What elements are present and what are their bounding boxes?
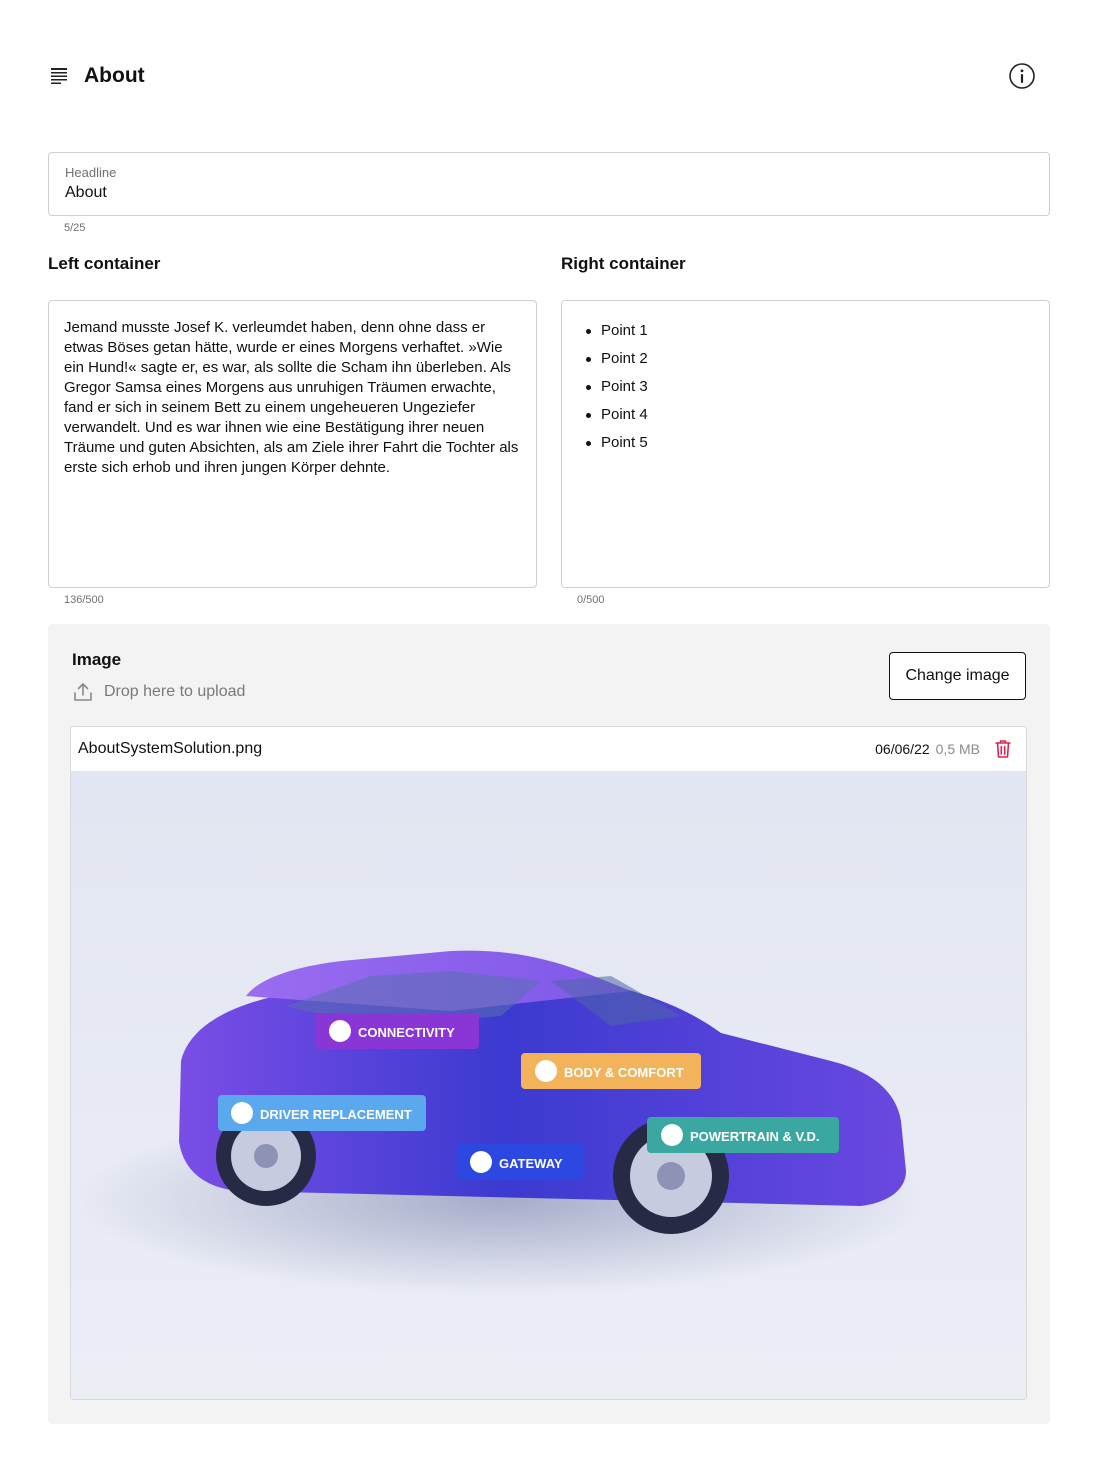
bullet-icon <box>586 385 591 390</box>
list-item-text: Point 5 <box>601 434 648 451</box>
bullet-icon <box>586 441 591 446</box>
headline-field[interactable]: Headline About <box>48 152 1050 216</box>
tag-label: GATEWAY <box>499 1156 563 1171</box>
image-section-title: Image <box>72 650 122 669</box>
connectivity-tag: CONNECTIVITY <box>315 1013 479 1049</box>
file-name: AboutSystemSolution.png <box>78 740 263 757</box>
tag-label: DRIVER REPLACEMENT <box>260 1107 412 1122</box>
info-icon[interactable] <box>1008 62 1036 90</box>
right-container-editor[interactable]: Point 1 Point 2 Point 3 Point 4 Point 5 <box>561 300 1050 588</box>
file-size: 0,5 MB <box>935 741 980 757</box>
tag-label: BODY & COMFORT <box>564 1065 684 1080</box>
left-container-title: Left container <box>48 254 161 273</box>
tag-label: POWERTRAIN & V.D. <box>690 1129 820 1144</box>
change-image-button[interactable]: Change image <box>889 652 1026 700</box>
list-item-text: Point 1 <box>601 322 648 339</box>
file-info-bar: AboutSystemSolution.png 06/06/22 0,5 MB <box>71 727 1026 771</box>
upload-icon <box>74 683 92 701</box>
list-item: Point 3 <box>586 376 1035 404</box>
headline-label: Headline <box>65 165 117 180</box>
gateway-tag: GATEWAY <box>457 1144 583 1180</box>
right-container-title: Right container <box>561 254 686 273</box>
drop-text: Drop here to upload <box>104 683 246 700</box>
bullet-list: Point 1 Point 2 Point 3 Point 4 Point 5 <box>586 320 1035 460</box>
list-item: Point 5 <box>586 432 1035 460</box>
file-meta: 06/06/22 0,5 MB <box>875 739 1012 759</box>
trash-icon[interactable] <box>994 739 1012 759</box>
bullet-icon <box>586 329 591 334</box>
headline-input[interactable]: About <box>65 184 1033 202</box>
list-item-text: Point 4 <box>601 406 648 423</box>
body-comfort-tag: BODY & COMFORT <box>521 1053 701 1089</box>
left-char-counter: 136/500 <box>64 594 104 606</box>
headline-char-counter: 5/25 <box>64 222 86 234</box>
page-header: About <box>48 56 1050 96</box>
tag-label: CONNECTIVITY <box>358 1025 455 1040</box>
powertrain-tag: POWERTRAIN & V.D. <box>647 1117 839 1153</box>
list-item-text: Point 3 <box>601 378 648 395</box>
file-card: AboutSystemSolution.png 06/06/22 0,5 MB <box>70 726 1027 1400</box>
page-title: About <box>84 64 145 87</box>
left-container-textarea[interactable]: Jemand musste Josef K. verleumdet haben,… <box>48 300 537 588</box>
driver-replacement-tag: DRIVER REPLACEMENT <box>218 1095 426 1131</box>
car-preview-image: CONNECTIVITY BODY & COMFORT DRIVER REPLA… <box>71 771 1026 1399</box>
list-item: Point 2 <box>586 348 1035 376</box>
bullet-icon <box>586 413 591 418</box>
upload-drop-zone[interactable]: Drop here to upload <box>72 680 245 704</box>
list-item: Point 4 <box>586 404 1035 432</box>
bullet-icon <box>586 357 591 362</box>
list-item: Point 1 <box>586 320 1035 348</box>
file-date: 06/06/22 <box>875 741 930 757</box>
right-char-counter: 0/500 <box>577 594 605 606</box>
image-panel: Image Drop here to upload Change image A… <box>48 624 1050 1424</box>
list-item-text: Point 2 <box>601 350 648 367</box>
document-lines-icon <box>51 68 67 84</box>
